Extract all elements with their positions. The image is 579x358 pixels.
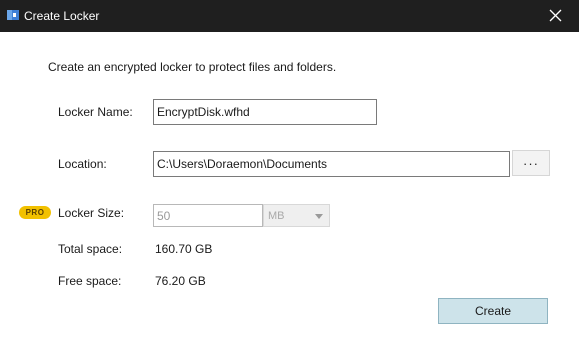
total-space-label: Total space: — [58, 242, 123, 256]
locker-app-icon — [6, 8, 20, 22]
size-unit-select[interactable]: MB — [263, 204, 330, 227]
title-bar: Create Locker — [0, 0, 579, 32]
close-button[interactable] — [533, 0, 579, 32]
size-unit-value: MB — [268, 210, 285, 222]
locker-size-label: Locker Size: — [58, 206, 125, 220]
locker-size-input[interactable] — [153, 204, 263, 227]
total-space-value: 160.70 GB — [155, 242, 213, 256]
close-icon — [549, 9, 562, 22]
location-input[interactable] — [153, 151, 510, 177]
free-space-value: 76.20 GB — [155, 274, 206, 288]
free-space-label: Free space: — [58, 274, 122, 288]
location-label: Location: — [58, 157, 107, 171]
window-title: Create Locker — [24, 9, 100, 23]
locker-name-label: Locker Name: — [58, 105, 133, 119]
pro-badge: PRO — [19, 206, 51, 219]
browse-button[interactable]: ··· — [512, 150, 550, 176]
locker-name-input[interactable] — [153, 99, 377, 125]
chevron-down-icon — [315, 214, 323, 219]
create-button[interactable]: Create — [438, 298, 548, 324]
intro-text: Create an encrypted locker to protect fi… — [48, 60, 337, 74]
